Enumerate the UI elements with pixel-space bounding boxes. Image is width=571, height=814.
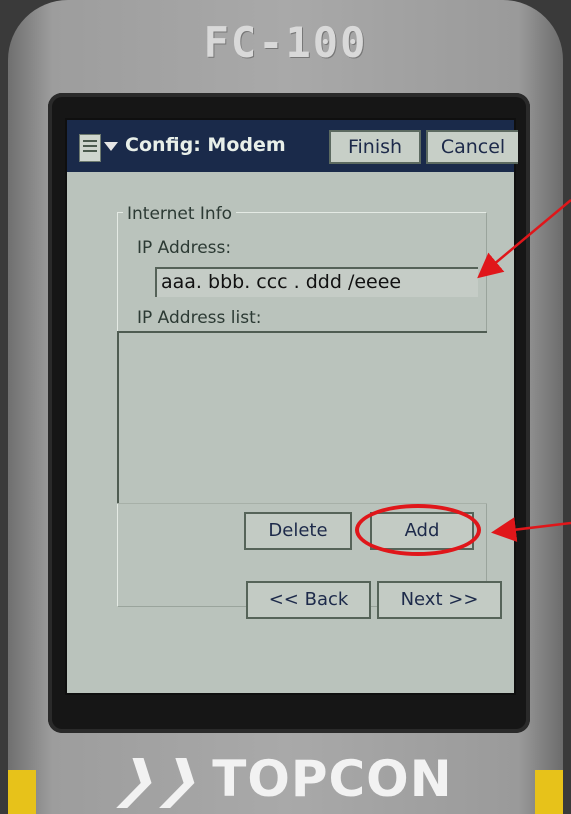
topcon-logo-icon: ❯❯ <box>109 750 214 808</box>
menu-icon[interactable] <box>79 134 101 162</box>
finish-button[interactable]: Finish <box>329 130 421 164</box>
next-button[interactable]: Next >> <box>377 581 502 619</box>
ip-address-label: IP Address: <box>137 238 232 258</box>
back-button[interactable]: << Back <box>246 581 371 619</box>
brand-logo: ❯❯TOPCON <box>8 750 563 808</box>
ip-address-list-label: IP Address list: <box>137 308 262 328</box>
title-bar: Config: Modem Finish Cancel <box>67 120 518 172</box>
dropdown-arrow-icon[interactable] <box>104 142 118 151</box>
highlight-circle <box>355 504 481 556</box>
ip-address-field[interactable]: aaa. bbb. ccc . ddd /eeee <box>155 267 478 297</box>
ip-address-list[interactable] <box>117 331 487 503</box>
device-screen: Config: Modem Finish Cancel Internet Inf… <box>65 118 518 695</box>
group-label: Internet Info <box>123 204 237 224</box>
brand-name: TOPCON <box>212 750 453 808</box>
device-model-label: FC-100 <box>203 18 368 67</box>
cancel-button[interactable]: Cancel <box>426 130 518 164</box>
page-title: Config: Modem <box>125 134 286 156</box>
delete-button[interactable]: Delete <box>244 512 352 550</box>
